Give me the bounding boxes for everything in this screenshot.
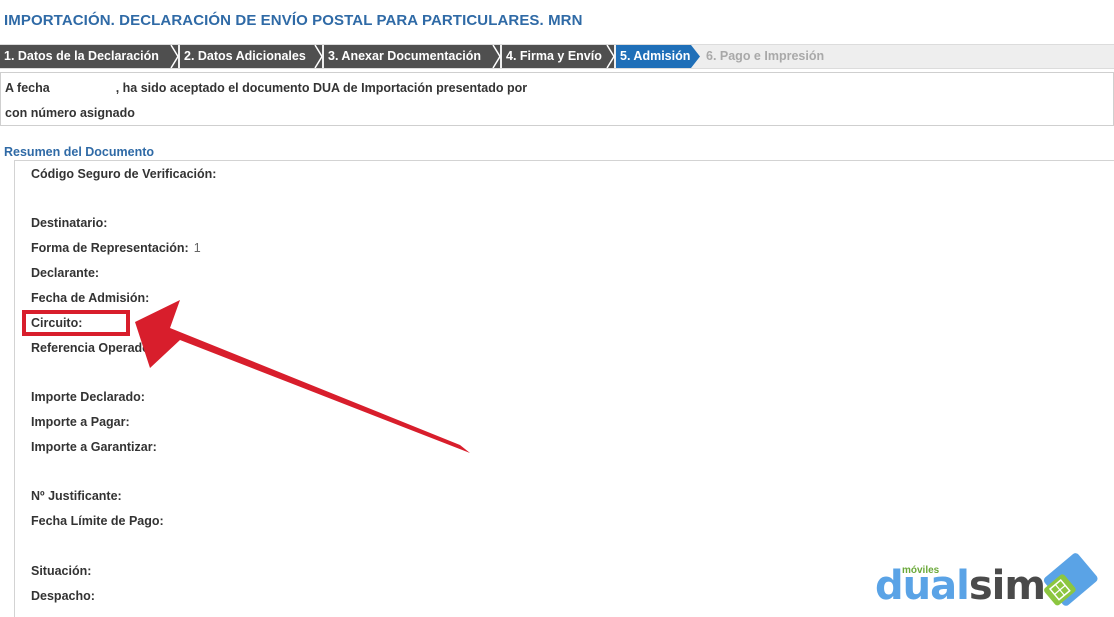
step-label: 4. Firma y Envío [506,49,602,63]
field-importe-garantizar: Importe a Garantizar: [31,440,157,454]
message-line-2: con número asignado [5,106,135,120]
field-situacion: Situación: [31,564,92,578]
logo-wordmark: dualsim [875,563,1046,609]
field-forma-representacion: Forma de Representación: 1 [31,241,201,255]
step-anexar-documentacion[interactable]: 3. Anexar Documentación [324,45,501,68]
chevron-separator-icon [314,45,323,68]
step-label: 3. Anexar Documentación [328,49,482,63]
field-label: Forma de Representación: [31,241,189,255]
field-declarante: Declarante: [31,266,100,280]
step-label: 5. Admisión [620,49,691,63]
dualsim-logo: dualsim móviles [872,553,1112,613]
field-justificante: Nº Justificante: [31,489,122,503]
steps-bar: 1. Datos de la Declaración 2. Datos Adic… [0,44,1114,69]
section-title: Resumen del Documento [4,145,155,159]
circuito-highlight-box [22,310,130,336]
field-destinatario: Destinatario: [31,216,108,230]
chevron-separator-icon [691,45,701,68]
field-fecha-limite-pago: Fecha Límite de Pago: [31,514,164,528]
field-fecha-admision: Fecha de Admisión: [31,291,150,305]
message-date-suffix: , ha sido aceptado el documento DUA de I… [115,81,528,95]
logo-moviles-text: móviles [902,565,940,576]
step-admision[interactable]: 5. Admisión [616,45,701,68]
message-date-prefix: A fecha [5,81,50,95]
logo-sim-text: sim [968,563,1046,609]
document-summary [14,160,1114,617]
chevron-separator-icon [492,45,501,68]
step-datos-adicionales[interactable]: 2. Datos Adicionales [180,45,323,68]
field-importe-pagar: Importe a Pagar: [31,415,130,429]
field-value: 1 [193,241,201,255]
field-codigo-seguro: Código Seguro de Verificación: [31,167,217,181]
step-label: 1. Datos de la Declaración [4,49,159,63]
step-datos-declaracion[interactable]: 1. Datos de la Declaración [0,45,179,68]
sim-card-icon [1043,553,1098,606]
acceptance-message: A fecha , ha sido aceptado el documento D… [0,72,1114,126]
chevron-separator-icon [606,45,615,68]
step-label: 6. Pago e Impresión [706,49,825,63]
page-title: IMPORTACIÓN. DECLARACIÓN DE ENVÍO POSTAL… [4,12,583,29]
chevron-separator-icon [170,45,179,68]
step-pago-impresion: 6. Pago e Impresión [702,45,852,68]
field-referencia-operador: Referencia Operador: [31,341,159,355]
step-firma-envio[interactable]: 4. Firma y Envío [502,45,615,68]
message-line-1: A fecha , ha sido aceptado el documento D… [5,81,527,95]
field-despacho: Despacho: [31,589,95,603]
field-importe-declarado: Importe Declarado: [31,390,145,404]
step-label: 2. Datos Adicionales [184,49,306,63]
